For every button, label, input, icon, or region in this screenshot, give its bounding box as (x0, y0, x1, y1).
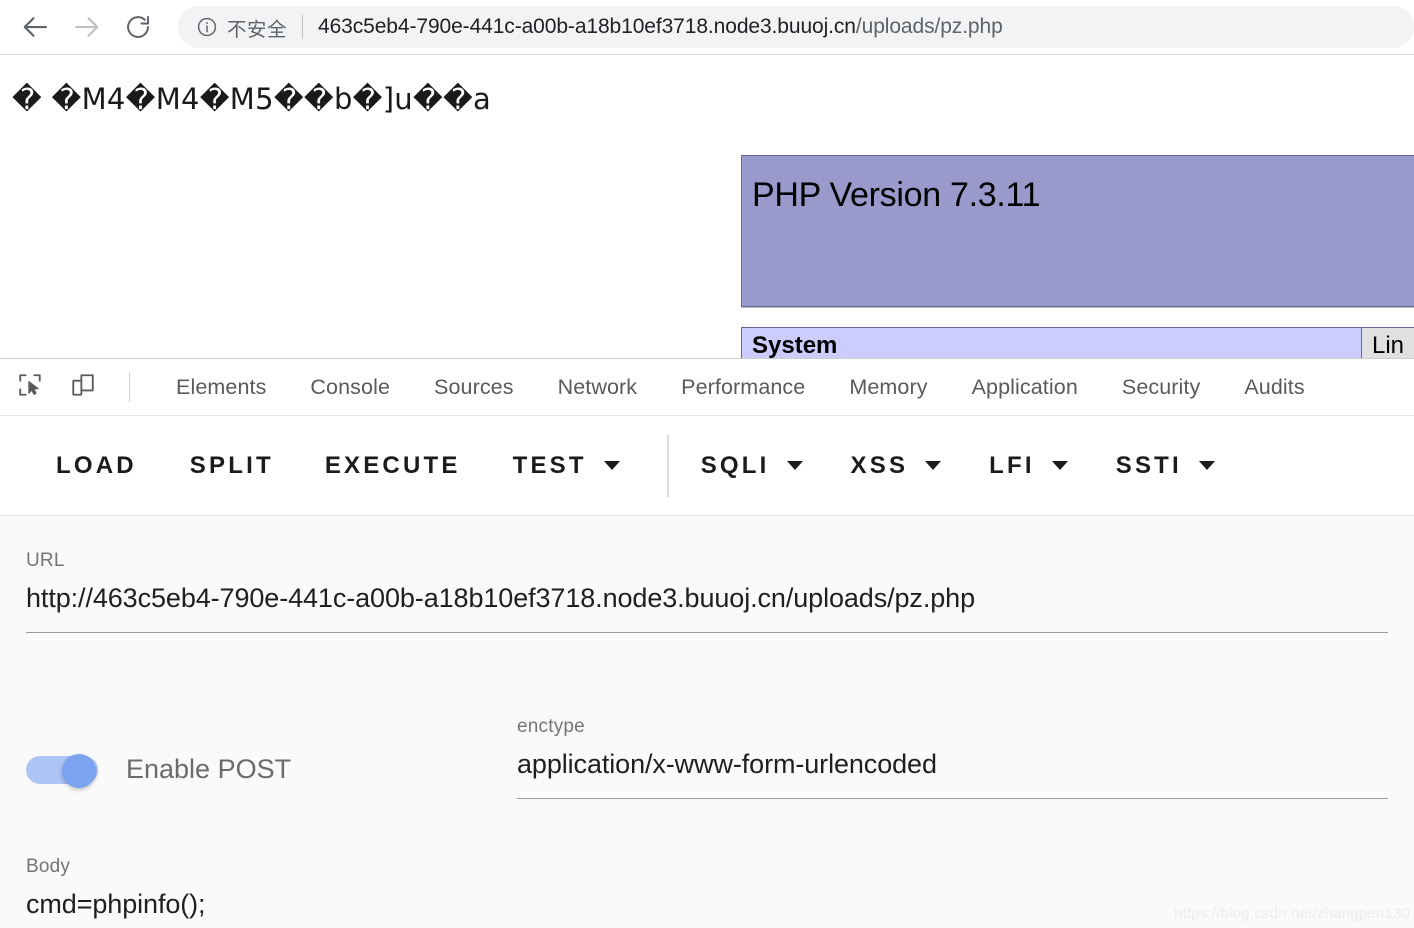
address-bar-url: 463c5eb4-790e-441c-a00b-a18b10ef3718.nod… (318, 15, 1003, 39)
hackbar-sqli-menu[interactable]: SQLI (701, 442, 803, 490)
phpinfo-table: System Lin (741, 327, 1414, 358)
info-circle-icon[interactable] (196, 16, 218, 38)
inspect-element-icon (17, 372, 43, 403)
back-button[interactable] (14, 5, 58, 49)
tab-security[interactable]: Security (1100, 375, 1222, 400)
hackbar-toolbar-divider (666, 434, 669, 497)
tab-memory[interactable]: Memory (827, 375, 949, 400)
hackbar-split-label: SPLIT (189, 451, 274, 479)
chevron-down-icon (1198, 461, 1215, 470)
hackbar-lfi-label: LFI (989, 451, 1035, 479)
hackbar-test-label: TEST (512, 451, 587, 479)
tab-application[interactable]: Application (950, 375, 1100, 400)
tab-elements[interactable]: Elements (154, 375, 288, 400)
hackbar-load-button[interactable]: LOAD (56, 442, 137, 490)
url-input[interactable]: http://463c5eb4-790e-441c-a00b-a18b10ef3… (26, 583, 1388, 614)
hackbar-toolbar: LOAD SPLIT EXECUTE TEST SQLI XSS LFI SST… (0, 416, 1414, 516)
tab-console[interactable]: Console (288, 375, 412, 400)
devtools-panel: Elements Console Sources Network Perform… (0, 358, 1414, 928)
url-host: 463c5eb4-790e-441c-a00b-a18b10ef3718.nod… (318, 15, 856, 38)
enctype-field-label: enctype (517, 716, 585, 737)
screen-root: 不安全 463c5eb4-790e-441c-a00b-a18b10ef3718… (0, 0, 1414, 928)
tab-sources[interactable]: Sources (412, 375, 536, 400)
hackbar-xss-menu[interactable]: XSS (851, 442, 942, 490)
url-path: /uploads/pz.php (855, 15, 1003, 38)
devtools-tabbar: Elements Console Sources Network Perform… (0, 359, 1414, 416)
garbled-response-text: � �M4�M4�M5��b�]u��a (12, 82, 492, 116)
hackbar-split-button[interactable]: SPLIT (190, 442, 274, 490)
enctype-input[interactable]: application/x-www-form-urlencoded (517, 749, 1388, 780)
browser-toolbar: 不安全 463c5eb4-790e-441c-a00b-a18b10ef3718… (0, 0, 1414, 55)
inspect-element-button[interactable] (10, 367, 50, 407)
chevron-down-icon (786, 461, 803, 470)
forward-button[interactable] (64, 5, 108, 49)
phpinfo-value-system: Lin (1361, 327, 1414, 358)
hackbar-ssti-menu[interactable]: SSTI (1116, 442, 1215, 490)
hackbar-execute-label: EXECUTE (324, 451, 461, 479)
hackbar-test-menu[interactable]: TEST (513, 442, 620, 490)
hackbar-sqli-label: SQLI (700, 451, 770, 479)
url-field-group: URL http://463c5eb4-790e-441c-a00b-a18b1… (26, 550, 1388, 633)
security-status-text: 不安全 (227, 18, 288, 41)
hackbar-xss-label: XSS (850, 451, 909, 479)
omnibox-divider (302, 15, 304, 39)
reload-icon (124, 13, 152, 41)
arrow-right-icon (71, 12, 101, 42)
hackbar-ssti-label: SSTI (1115, 451, 1182, 479)
tab-performance[interactable]: Performance (659, 375, 827, 400)
chevron-down-icon (1051, 461, 1068, 470)
enctype-field-group: enctype application/x-www-form-urlencode… (517, 716, 1388, 799)
toggle-knob (62, 754, 96, 788)
device-toolbar-icon (70, 372, 96, 403)
arrow-left-icon (21, 12, 51, 42)
phpinfo-key-system: System (741, 327, 1362, 358)
php-version-banner: PHP Version 7.3.11 (741, 155, 1414, 307)
address-bar[interactable]: 不安全 463c5eb4-790e-441c-a00b-a18b10ef3718… (178, 6, 1414, 48)
chevron-down-icon (603, 461, 620, 470)
chevron-down-icon (925, 461, 942, 470)
hackbar-lfi-menu[interactable]: LFI (989, 442, 1068, 490)
hackbar-load-label: LOAD (56, 451, 137, 479)
tab-network[interactable]: Network (536, 375, 660, 400)
tab-audits[interactable]: Audits (1222, 375, 1326, 400)
body-field-label: Body (26, 856, 71, 877)
hackbar-execute-button[interactable]: EXECUTE (325, 442, 461, 490)
enable-post-toggle[interactable] (26, 754, 102, 788)
devtools-toolbar-divider (129, 372, 130, 402)
table-row: System Lin (741, 327, 1414, 358)
php-version-title: PHP Version 7.3.11 (752, 176, 1041, 214)
page-viewport: � �M4�M4�M5��b�]u��a PHP Version 7.3.11 … (0, 55, 1414, 358)
phpinfo-output: PHP Version 7.3.11 System Lin (741, 155, 1414, 358)
enable-post-label: Enable POST (126, 754, 292, 784)
watermark-text: https://blog.csdn.net/zhangpen130 (1174, 905, 1410, 922)
url-field-label: URL (26, 550, 65, 571)
enable-post-row[interactable]: Enable POST (26, 754, 292, 788)
url-input-underline (26, 632, 1388, 633)
device-toolbar-button[interactable] (63, 367, 103, 407)
enctype-input-underline (517, 798, 1388, 799)
hackbar-form: URL http://463c5eb4-790e-441c-a00b-a18b1… (0, 516, 1414, 928)
reload-button[interactable] (116, 5, 160, 49)
